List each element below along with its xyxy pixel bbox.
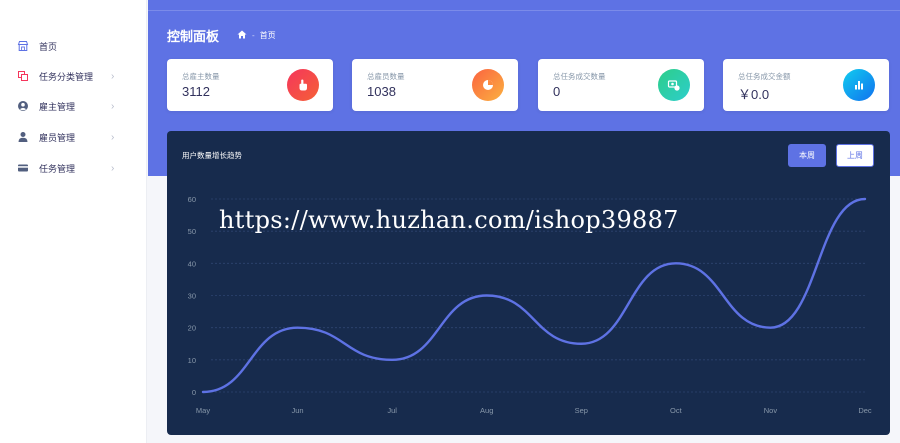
home-icon[interactable]	[237, 30, 247, 41]
sidebar-item-label: 任务分类管理	[39, 71, 94, 82]
stat-label: 总任务成交金额	[738, 72, 791, 81]
y-tick-label: 20	[188, 324, 196, 333]
stat-label: 总雇主数量	[182, 72, 220, 81]
chevron-right-icon: ›	[111, 162, 115, 174]
copy-icon	[17, 70, 29, 82]
line-chart: 0 10 20 30 40 50 60 May Jun Jul Aug Sep Oct Nov Dec	[188, 195, 872, 415]
stat-label: 总雇员数量	[367, 72, 405, 81]
hand-pointer-icon	[287, 69, 319, 101]
person-icon	[17, 131, 29, 143]
stat-card-amount: 总任务成交金额 ￥0.0	[723, 59, 889, 111]
storefront-icon	[17, 40, 29, 52]
x-tick-label: May	[196, 406, 210, 415]
money-icon	[658, 69, 690, 101]
sidebar-item-label: 雇员管理	[39, 132, 76, 143]
sidebar: 首页 任务分类管理 › 雇主管理 › 雇员管理 › 任务管理 ›	[0, 0, 147, 443]
stat-value: 3112	[182, 84, 210, 99]
y-tick-label: 60	[188, 195, 196, 204]
sidebar-item-home[interactable]: 首页	[0, 32, 147, 60]
stat-card-employers: 总雇主数量 3112	[167, 59, 333, 111]
watermark-text: https://www.huzhan.com/ishop39887	[219, 206, 679, 234]
header-divider	[148, 10, 900, 11]
x-tick-label: Oct	[670, 406, 683, 415]
stat-card-employees: 总雇员数量 1038	[352, 59, 518, 111]
chart-panel: 用户数量增长趋势 本周 上周 0 10 20 30 40 50 60 May Jun Jul Aug…	[167, 131, 890, 435]
y-tick-label: 40	[188, 259, 196, 268]
sidebar-item-task[interactable]: 任务管理 ›	[0, 154, 147, 182]
page-title: 控制面板	[167, 29, 220, 44]
chevron-right-icon: ›	[111, 70, 115, 82]
stat-value: ￥0.0	[738, 87, 770, 102]
y-tick-label: 0	[192, 388, 196, 397]
pie-chart-icon	[472, 69, 504, 101]
sidebar-item-label: 任务管理	[39, 163, 76, 174]
sidebar-item-category[interactable]: 任务分类管理 ›	[0, 62, 147, 90]
y-tick-label: 50	[188, 227, 196, 236]
sidebar-item-label: 雇主管理	[39, 101, 76, 112]
y-tick-label: 10	[188, 356, 196, 365]
stat-value: 1038	[367, 84, 396, 99]
y-tick-label: 30	[188, 292, 196, 301]
chevron-right-icon: ›	[111, 131, 115, 143]
breadcrumb-current: 首页	[259, 31, 276, 40]
breadcrumb: - 首页	[237, 30, 276, 41]
credit-card-icon	[17, 162, 29, 174]
breadcrumb-separator: -	[252, 31, 255, 40]
sidebar-item-employee[interactable]: 雇员管理 ›	[0, 123, 147, 151]
user-circle-icon	[17, 100, 29, 112]
sidebar-item-employer[interactable]: 雇主管理 ›	[0, 92, 147, 120]
stat-card-deals: 总任务成交数量 0	[538, 59, 704, 111]
stat-value: 0	[553, 84, 561, 99]
x-tick-label: Jul	[387, 406, 397, 415]
x-tick-label: Jun	[292, 406, 304, 415]
stat-label: 总任务成交数量	[553, 72, 606, 81]
chevron-right-icon: ›	[111, 100, 115, 112]
x-tick-label: Dec	[858, 406, 872, 415]
bar-chart-icon	[843, 69, 875, 101]
x-tick-label: Aug	[480, 406, 493, 415]
x-tick-label: Nov	[764, 406, 778, 415]
sidebar-item-label: 首页	[39, 41, 58, 52]
x-tick-label: Sep	[575, 406, 588, 415]
